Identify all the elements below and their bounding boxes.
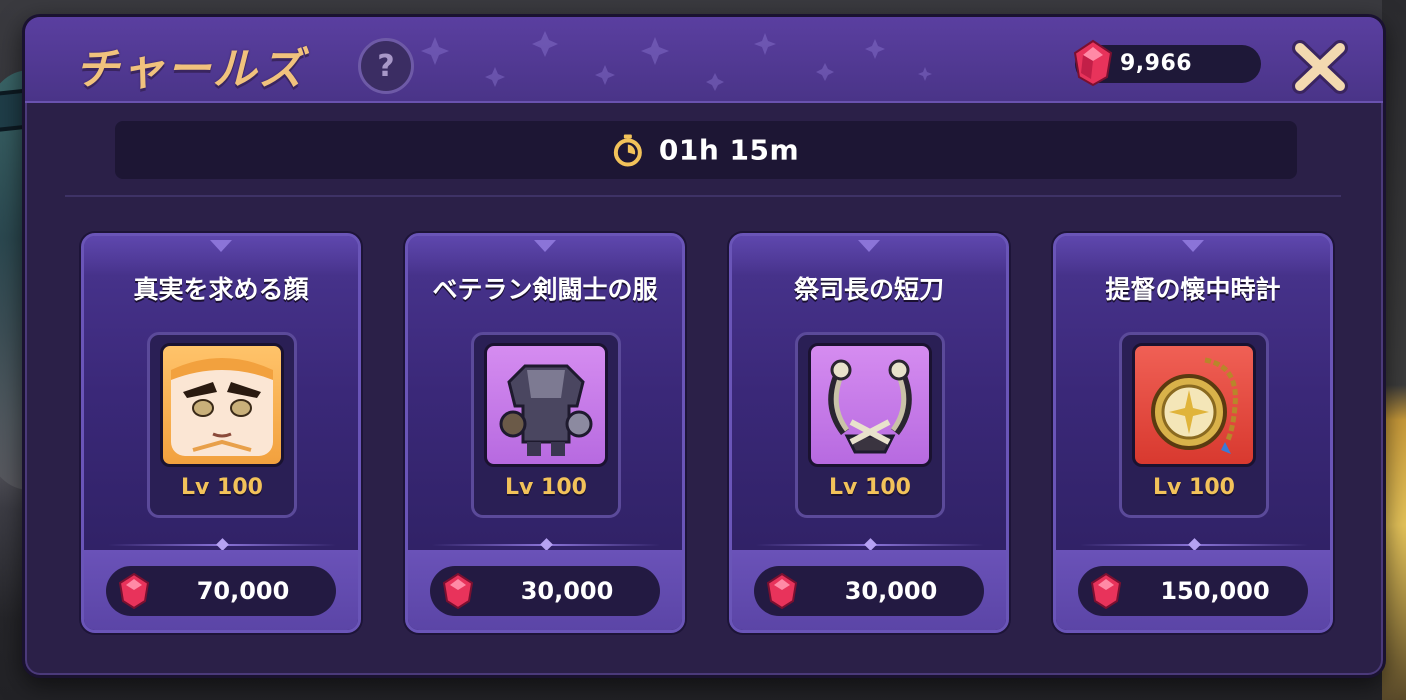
header-star-pattern bbox=[421, 31, 932, 91]
chevron-ornament bbox=[210, 240, 232, 252]
item-icon-frame: Lv 100 bbox=[147, 332, 297, 518]
dagger-icon bbox=[808, 343, 932, 467]
item-icon-frame: Lv 100 bbox=[471, 332, 621, 518]
buy-button[interactable]: 30,000 bbox=[754, 566, 984, 616]
item-icon-frame: Lv 100 bbox=[1119, 332, 1269, 518]
timer-remaining: 01h 15m bbox=[658, 133, 800, 167]
red-gem-icon bbox=[442, 573, 474, 609]
charms-shop-modal: チャールズ ? 9,966 01h 15m 真実を求める顔 Lv 100 70,… bbox=[22, 14, 1386, 678]
modal-header: チャールズ ? 9,966 bbox=[25, 17, 1383, 103]
item-level: Lv 100 bbox=[181, 475, 263, 500]
chevron-ornament bbox=[534, 240, 556, 252]
item-icon-frame: Lv 100 bbox=[795, 332, 945, 518]
pocket-watch-icon bbox=[1132, 343, 1256, 467]
refresh-timer-bar: 01h 15m bbox=[115, 121, 1297, 179]
item-price: 150,000 bbox=[1160, 577, 1270, 605]
price-section: 30,000 bbox=[732, 550, 1006, 630]
item-name: ベテラン剣闘士の服 bbox=[432, 275, 658, 304]
item-list: 真実を求める顔 Lv 100 70,000 ベテラン剣闘士の服 Lv 100 3… bbox=[81, 233, 1337, 637]
armor-icon bbox=[484, 343, 608, 467]
item-name: 提督の懐中時計 bbox=[1105, 275, 1281, 304]
buy-button[interactable]: 70,000 bbox=[106, 566, 336, 616]
chevron-ornament bbox=[1182, 240, 1204, 252]
help-icon: ? bbox=[377, 48, 395, 84]
price-section: 30,000 bbox=[408, 550, 682, 630]
page-title: チャールズ bbox=[75, 44, 305, 95]
item-price: 30,000 bbox=[844, 577, 938, 605]
currency-display: 9,966 bbox=[1073, 39, 1261, 87]
close-x-icon bbox=[1292, 40, 1348, 94]
item-level: Lv 100 bbox=[505, 475, 587, 500]
price-section: 70,000 bbox=[84, 550, 358, 630]
shop-item-card[interactable]: 祭司長の短刀 Lv 100 30,000 bbox=[729, 233, 1009, 633]
item-price: 30,000 bbox=[520, 577, 614, 605]
chevron-ornament bbox=[858, 240, 880, 252]
close-button[interactable] bbox=[1287, 39, 1353, 95]
item-name: 祭司長の短刀 bbox=[793, 275, 944, 304]
red-gem-icon bbox=[118, 573, 150, 609]
buy-button[interactable]: 30,000 bbox=[430, 566, 660, 616]
stopwatch-icon bbox=[613, 134, 642, 166]
help-button[interactable]: ? bbox=[358, 38, 414, 94]
divider bbox=[65, 195, 1341, 197]
shop-item-card[interactable]: ベテラン剣闘士の服 Lv 100 30,000 bbox=[405, 233, 685, 633]
face-icon bbox=[160, 343, 284, 467]
shop-item-card[interactable]: 提督の懐中時計 Lv 100 150,000 bbox=[1053, 233, 1333, 633]
red-gem-icon bbox=[1090, 573, 1122, 609]
red-gem-icon bbox=[766, 573, 798, 609]
item-price: 70,000 bbox=[196, 577, 290, 605]
price-section: 150,000 bbox=[1056, 550, 1330, 630]
item-level: Lv 100 bbox=[829, 475, 911, 500]
buy-button[interactable]: 150,000 bbox=[1078, 566, 1308, 616]
red-gem-icon bbox=[1071, 39, 1115, 87]
item-level: Lv 100 bbox=[1153, 475, 1235, 500]
currency-amount: 9,966 bbox=[1120, 51, 1193, 76]
item-name: 真実を求める顔 bbox=[133, 275, 309, 304]
shop-item-card[interactable]: 真実を求める顔 Lv 100 70,000 bbox=[81, 233, 361, 633]
